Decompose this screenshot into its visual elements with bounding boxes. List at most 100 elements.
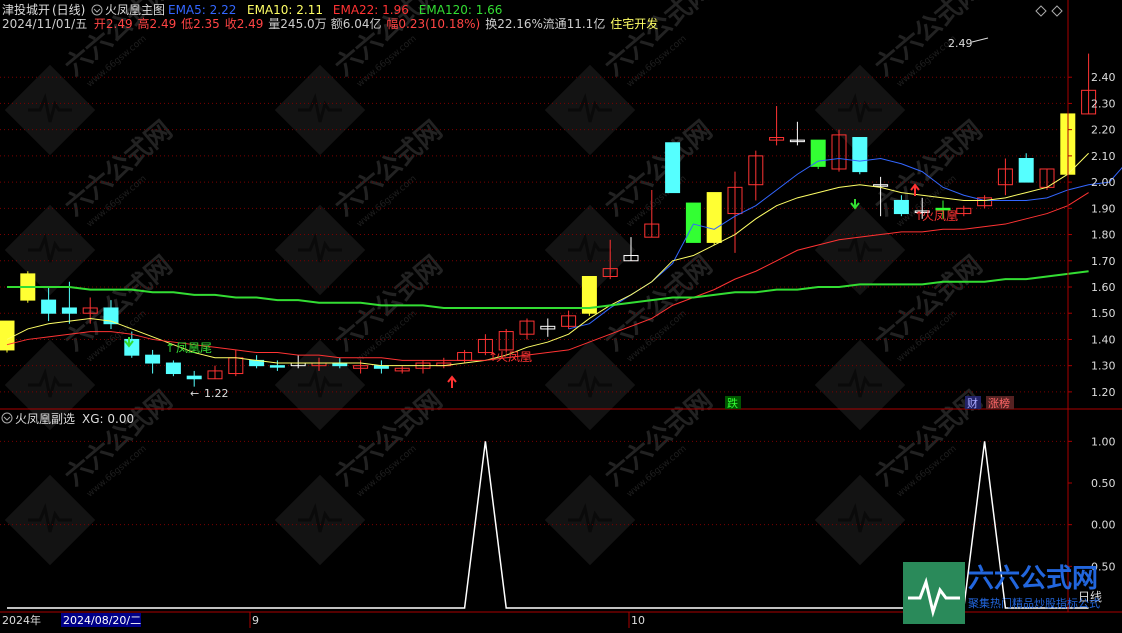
y-tick-label: 2.40	[1091, 71, 1116, 84]
candle	[727, 171, 743, 253]
y-tick-label: 2.10	[1091, 150, 1116, 163]
candle-body	[685, 202, 701, 243]
candle	[769, 106, 785, 146]
stock-name: 津投城开	[2, 2, 50, 17]
huo-fenghuang-label-2: 火凤凰	[922, 209, 958, 223]
stock-chart: 六六公式网www.66gsw.com 六六公式网www.66gsw.com 六六公式…	[0, 0, 1122, 628]
candle-body	[893, 199, 909, 215]
candle	[228, 349, 244, 377]
candle	[665, 142, 681, 194]
watermark-text: 六六公式网	[599, 0, 718, 82]
candle	[498, 328, 514, 353]
candle-body	[145, 354, 161, 364]
main-indicator-name[interactable]: 火凤凰主图	[105, 3, 165, 17]
watermark-icon: 六六公式网www.66gsw.com	[543, 385, 718, 567]
quote-item: 开2.49	[94, 17, 133, 31]
svg-text:↑: ↑	[165, 341, 175, 355]
ema-legend-item: EMA120: 1.66	[419, 3, 503, 17]
quote-item: 额6.04亿	[331, 16, 382, 31]
y-tick-label: 0.00	[1091, 519, 1116, 532]
quote-item: 流通11.1亿	[543, 16, 606, 31]
candle-body	[186, 375, 202, 380]
huo-fenghuang-label-1: 火凤凰	[496, 350, 532, 364]
y-tick-label: 2.00	[1091, 176, 1116, 189]
red-up-arrow-1	[447, 375, 457, 388]
y-tick-label: 1.60	[1091, 281, 1116, 294]
quote-item: 量245.0万	[268, 17, 326, 31]
y-tick-label: 1.90	[1091, 202, 1116, 215]
candle	[997, 158, 1013, 196]
chevron-down-icon	[3, 416, 11, 421]
y-tick-label: 1.70	[1091, 255, 1116, 268]
candle-body	[61, 307, 77, 314]
quote-item: 高2.49	[138, 16, 177, 31]
sub-y-axis: 1.000.500.000.50	[1068, 435, 1116, 573]
brand-slogan: 聚集热门精品炒股指标公式	[968, 596, 1100, 610]
brand-logo: 六六公式网 聚集热门精品炒股指标公式	[903, 562, 1100, 624]
sub-indicator-name[interactable]: 火凤凰副选	[15, 412, 75, 426]
candle	[165, 360, 181, 377]
restore-icon[interactable]	[1051, 5, 1063, 17]
candle	[207, 365, 223, 380]
candle	[394, 365, 410, 374]
year-label: 2024年	[2, 613, 41, 627]
candle-body	[706, 192, 722, 243]
quote-item: 幅0.23(10.18%)	[386, 16, 480, 31]
y-tick-label: 1.00	[1091, 435, 1116, 448]
window-controls	[1035, 5, 1063, 17]
date-cursor-box: 2024/08/20/二	[63, 614, 141, 627]
sub-chart-header: 火凤凰副选 XG: 0.00	[1, 412, 134, 426]
candle	[373, 360, 389, 374]
candle-body	[665, 142, 681, 194]
candle	[457, 349, 473, 364]
sub-indicator-toggle-icon[interactable]	[1, 412, 13, 424]
svg-text:←: ←	[190, 387, 199, 400]
cai-badge[interactable]: 财	[967, 396, 978, 410]
y-tick-label: 1.80	[1091, 229, 1116, 242]
candle	[706, 192, 722, 246]
y-tick-label: 1.30	[1091, 360, 1116, 373]
quote-item: 换22.16%	[485, 17, 543, 31]
low-price-label: 1.22	[204, 387, 229, 400]
y-tick-label: 2.20	[1091, 124, 1116, 137]
candle	[852, 137, 868, 175]
month-9-label: 9	[252, 614, 259, 627]
watermark-icon: 六六公式网www.66gsw.com	[273, 385, 448, 567]
candle-body	[810, 139, 826, 167]
xg-value: XG: 0.00	[82, 412, 134, 426]
y-tick-label: 2.30	[1091, 97, 1116, 110]
candle	[519, 318, 535, 340]
quote-item: 低2.35	[181, 17, 220, 31]
candle	[581, 276, 597, 316]
watermark-layer: 六六公式网www.66gsw.com 六六公式网www.66gsw.com 六六公式…	[3, 0, 988, 567]
indicator-toggle-icon[interactable]	[91, 4, 103, 16]
chevron-down-icon	[93, 8, 101, 13]
quote-item: 住宅开发	[610, 16, 658, 31]
quote-info: 2024/11/01/五 开2.49 高2.49 低2.35 收2.49 量245.0万额…	[2, 16, 658, 31]
candle-body	[269, 365, 285, 368]
y-tick-label: 0.50	[1091, 477, 1116, 490]
candle	[436, 357, 452, 369]
brand-name: 六六公式网	[968, 564, 1098, 594]
die-badge[interactable]: 跌	[727, 396, 738, 410]
candle	[789, 121, 805, 146]
green-down-arrow-2	[850, 199, 860, 210]
ema-legend-item: EMA10: 2.11	[247, 3, 323, 17]
candle-body	[41, 299, 57, 314]
candle	[415, 360, 431, 374]
y-tick-label: 1.50	[1091, 307, 1116, 320]
chart-header: 津投城开 (日线) 火凤凰主图 EMA5: 2.22 EMA10: 2.11 EMA…	[2, 2, 502, 17]
candle	[249, 355, 265, 369]
ema-legend-item: EMA5: 2.22	[168, 3, 236, 17]
y-tick-label: 1.20	[1091, 386, 1116, 399]
quote-item: 收2.49	[225, 17, 264, 31]
diamond-icon[interactable]	[1035, 5, 1047, 17]
candle	[540, 318, 556, 337]
month-10-label: 10	[631, 614, 645, 627]
candle-body	[165, 362, 181, 375]
watermark-icon: 六六公式网www.66gsw.com	[813, 385, 988, 567]
candle	[41, 286, 57, 322]
candle-body	[852, 137, 868, 173]
ema-legend: EMA5: 2.22 EMA10: 2.11 EMA22: 1.96 EMA120: …	[168, 3, 502, 17]
zhangbang-badge[interactable]: 涨榜	[988, 396, 1010, 410]
